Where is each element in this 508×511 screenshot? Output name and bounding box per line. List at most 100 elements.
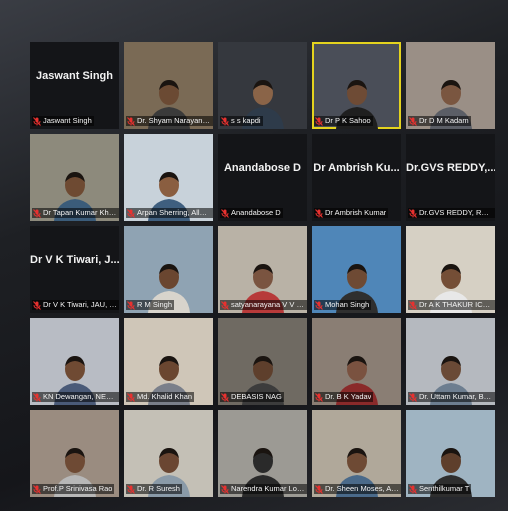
participant-tile[interactable]: Dr D M Kadam	[406, 42, 495, 129]
mic-muted-icon	[127, 484, 135, 494]
participant-name-tag: satyanarayana V V ch, A...	[220, 300, 307, 310]
participant-tile[interactable]: Dr Ambrish Ku... Dr Ambrish Kumar	[312, 134, 401, 221]
participant-display-name: Dr V K Tiwari, J...	[30, 254, 119, 266]
participant-name-tag: Dr.GVS REDDY, RAICHU...	[408, 208, 495, 218]
participant-display-name: Anandabose D	[223, 162, 301, 174]
mic-muted-icon	[127, 392, 135, 402]
participant-tile[interactable]: Md. Khalid Khan	[124, 318, 213, 405]
participant-name-tag: Dr D M Kadam	[408, 116, 471, 126]
participant-tile[interactable]: Dr. R Suresh	[124, 410, 213, 497]
participant-name-tag: Jaswant Singh	[32, 116, 94, 126]
participant-tile[interactable]: Dr V K Tiwari, J... Dr V K Tiwari, JAU, J…	[30, 226, 119, 313]
participant-name-tag: Dr Ambrish Kumar	[314, 208, 389, 218]
participant-tile[interactable]: DEBASIS NAG	[218, 318, 307, 405]
mic-muted-icon	[409, 392, 417, 402]
mic-muted-icon	[33, 300, 41, 310]
participant-name-tag: KN Dewangan, NERIST	[32, 392, 119, 402]
participant-tile[interactable]: Dr. Sheen Moses, Allaha...	[312, 410, 401, 497]
participant-name-label: Dr A K THAKUR ICAR	[419, 300, 493, 309]
mic-muted-icon	[409, 116, 417, 126]
participant-tile[interactable]: Prof.P Srinivasa Rao	[30, 410, 119, 497]
participant-name-tag: R M Singh	[126, 300, 175, 310]
participant-name-tag: Dr. Uttam Kumar, BAU R...	[408, 392, 495, 402]
participant-name-label: Prof.P Srinivasa Rao	[43, 484, 113, 493]
participant-name-tag: Md. Khalid Khan	[126, 392, 195, 402]
mic-muted-icon	[33, 116, 41, 126]
participant-name-label: Dr.GVS REDDY, RAICHU...	[419, 208, 493, 217]
participant-tile[interactable]: Senthilkumar T	[406, 410, 495, 497]
participant-name-label: Dr D M Kadam	[419, 116, 469, 125]
mic-muted-icon	[33, 392, 41, 402]
participant-name-tag: Dr. R Suresh	[126, 484, 182, 494]
participant-name-tag: Anandabose D	[220, 208, 283, 218]
participant-tile[interactable]: Narendra Kumar Lohani	[218, 410, 307, 497]
participant-name-tag: Dr. B K Yadav	[314, 392, 374, 402]
mic-muted-icon	[127, 300, 135, 310]
participant-tile[interactable]: Dr A K THAKUR ICAR	[406, 226, 495, 313]
participant-tile[interactable]: Dr. Uttam Kumar, BAU R...	[406, 318, 495, 405]
participant-name-tag: Dr P K Sahoo	[314, 116, 373, 126]
participant-name-tag: Dr. Sheen Moses, Allaha...	[314, 484, 401, 494]
participant-tile[interactable]: satyanarayana V V ch, A...	[218, 226, 307, 313]
zoom-meeting-window: Jaswant Singh Jaswant Singh Dr. Shyam Nara…	[0, 0, 508, 511]
mic-muted-icon	[315, 116, 323, 126]
mic-muted-icon	[409, 208, 417, 218]
participant-name-tag: DEBASIS NAG	[220, 392, 284, 402]
mic-muted-icon	[409, 484, 417, 494]
mic-muted-icon	[221, 392, 229, 402]
participant-name-label: Dr V K Tiwari, JAU, Juna...	[43, 300, 117, 309]
participant-name-label: s s kapdi	[231, 116, 261, 125]
participant-name-label: Anandabose D	[231, 208, 281, 217]
participant-name-label: Md. Khalid Khan	[137, 392, 193, 401]
mic-muted-icon	[221, 300, 229, 310]
mic-muted-icon	[221, 484, 229, 494]
participant-name-label: Arpan Sherring, Allahab...	[137, 208, 211, 217]
mic-muted-icon	[315, 392, 323, 402]
participant-name-label: Dr P K Sahoo	[325, 116, 371, 125]
participant-name-label: Dr. Shyam Narayan JHA	[137, 116, 211, 125]
mic-muted-icon	[315, 208, 323, 218]
participant-tile[interactable]: Anandabose D Anandabose D	[218, 134, 307, 221]
mic-muted-icon	[221, 208, 229, 218]
participant-name-label: Dr. Sheen Moses, Allaha...	[325, 484, 399, 493]
participant-name-label: R M Singh	[137, 300, 173, 309]
participant-name-tag: Dr Tapan Kumar Khura	[32, 208, 119, 218]
mic-muted-icon	[33, 484, 41, 494]
participant-display-name: Dr Ambrish Ku...	[313, 162, 400, 174]
participant-name-label: KN Dewangan, NERIST	[43, 392, 117, 401]
participant-tile[interactable]: R M Singh	[124, 226, 213, 313]
participant-name-tag: Dr A K THAKUR ICAR	[408, 300, 495, 310]
participant-name-label: Narendra Kumar Lohani	[231, 484, 305, 493]
participant-tile[interactable]: Mohan Singh	[312, 226, 401, 313]
mic-muted-icon	[221, 116, 229, 126]
participant-name-tag: Senthilkumar T	[408, 484, 472, 494]
participant-name-label: Dr Ambrish Kumar	[325, 208, 387, 217]
participant-name-label: Dr Tapan Kumar Khura	[43, 208, 117, 217]
mic-muted-icon	[409, 300, 417, 310]
participant-name-label: Dr. Uttam Kumar, BAU R...	[419, 392, 493, 401]
participant-name-tag: s s kapdi	[220, 116, 263, 126]
mic-muted-icon	[315, 484, 323, 494]
mic-muted-icon	[127, 116, 135, 126]
participant-tile[interactable]: KN Dewangan, NERIST	[30, 318, 119, 405]
participant-name-tag: Dr V K Tiwari, JAU, Juna...	[32, 300, 119, 310]
participant-tile[interactable]: Dr.GVS REDDY,... Dr.GVS REDDY, RAICHU...	[406, 134, 495, 221]
participant-name-tag: Dr. Shyam Narayan JHA	[126, 116, 213, 126]
participant-name-tag: Narendra Kumar Lohani	[220, 484, 307, 494]
participant-tile[interactable]: Dr P K Sahoo	[312, 42, 401, 129]
participant-name-label: Dr. B K Yadav	[325, 392, 372, 401]
participant-name-label: Dr. R Suresh	[137, 484, 180, 493]
participant-display-name: Dr.GVS REDDY,...	[406, 162, 495, 174]
participant-tile[interactable]: Arpan Sherring, Allahab...	[124, 134, 213, 221]
participant-tile[interactable]: Jaswant Singh Jaswant Singh	[30, 42, 119, 129]
participant-tile[interactable]: s s kapdi	[218, 42, 307, 129]
participant-tile[interactable]: Dr. Shyam Narayan JHA	[124, 42, 213, 129]
participant-name-tag: Prof.P Srinivasa Rao	[32, 484, 115, 494]
participant-tile[interactable]: Dr. B K Yadav	[312, 318, 401, 405]
participant-name-label: satyanarayana V V ch, A...	[231, 300, 305, 309]
participant-tile[interactable]: Dr Tapan Kumar Khura	[30, 134, 119, 221]
participant-gallery: Jaswant Singh Jaswant Singh Dr. Shyam Nara…	[30, 42, 500, 500]
mic-muted-icon	[127, 208, 135, 218]
participant-name-label: DEBASIS NAG	[231, 392, 282, 401]
mic-muted-icon	[33, 208, 41, 218]
